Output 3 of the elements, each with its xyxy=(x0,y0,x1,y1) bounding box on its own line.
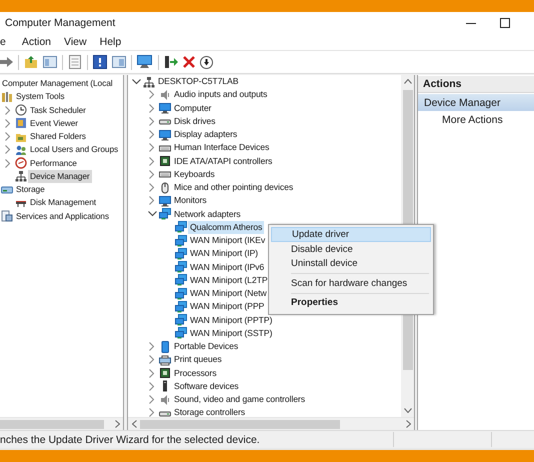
actions-header: Actions xyxy=(418,76,534,93)
status-text: nches the Update Driver Wizard for the selected device. xyxy=(0,434,261,446)
window-title: Computer Management xyxy=(4,17,116,29)
